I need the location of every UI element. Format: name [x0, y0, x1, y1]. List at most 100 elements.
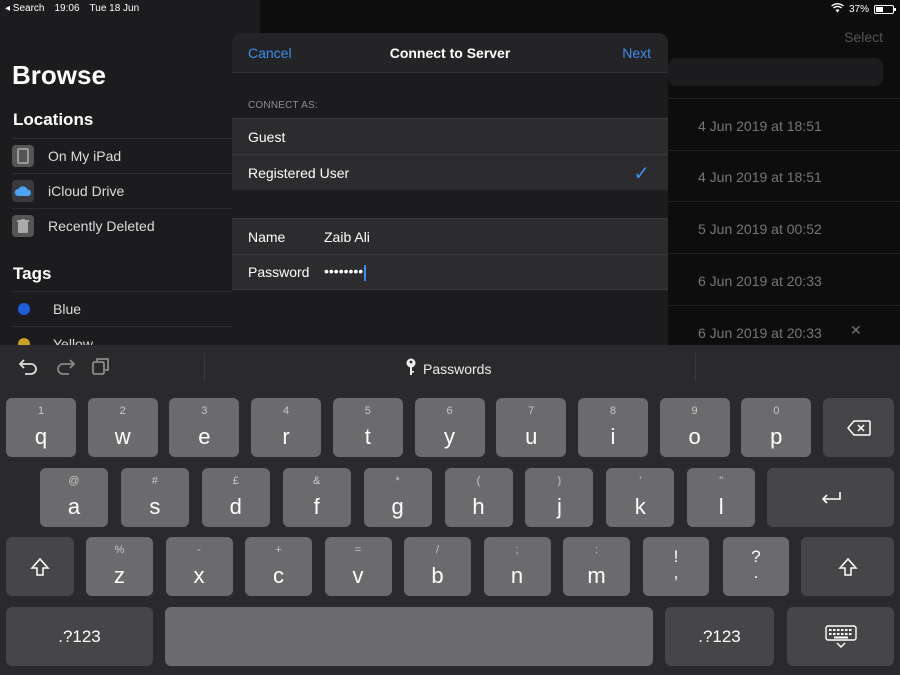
key-b[interactable]: / b	[404, 537, 471, 596]
sidebar-title: Browse	[12, 60, 106, 90]
battery-icon	[874, 5, 896, 14]
sidebar-item-label: Yellow	[53, 336, 93, 345]
key-secondary-label: 9	[691, 405, 698, 417]
status-date: Tue 18 Jun	[89, 3, 140, 14]
key-p[interactable]: 0p	[741, 398, 812, 457]
file-date[interactable]: 4 Jun 2019 at 18:51	[698, 169, 822, 185]
key-secondary-label: %	[114, 544, 125, 556]
select-button[interactable]: Select	[844, 29, 883, 45]
locations-header: Locations	[13, 110, 94, 129]
key-w[interactable]: 2w	[87, 398, 158, 457]
redo-icon[interactable]	[55, 357, 76, 380]
key-primary-label: h	[472, 494, 485, 519]
backspace-key[interactable]	[823, 398, 894, 457]
key-y[interactable]: 6y	[414, 398, 485, 457]
battery-percent: 37%	[848, 4, 869, 15]
trash-icon	[12, 215, 34, 237]
key-secondary-label: +	[275, 544, 282, 556]
passwords-label: Passwords	[423, 360, 492, 377]
key-question-period[interactable]: ?.	[723, 537, 789, 596]
key-v[interactable]: = v	[324, 537, 392, 596]
file-date[interactable]: 6 Jun 2019 at 20:33	[698, 325, 822, 341]
return-key[interactable]	[767, 468, 894, 527]
key-secondary-label: 8	[609, 405, 616, 417]
key-secondary-label: 5	[364, 405, 371, 417]
key-z[interactable]: % z	[86, 537, 153, 596]
key-m[interactable]: :m	[563, 537, 630, 596]
password-field-row[interactable]: Password ••••••••	[232, 254, 668, 290]
key-j[interactable]: ) j	[525, 468, 594, 527]
numbers-key-right[interactable]: .?123	[665, 607, 774, 666]
key-primary-label: v	[352, 563, 364, 588]
wifi-icon	[831, 3, 844, 16]
shift-left-key[interactable]	[6, 537, 74, 596]
sidebar: Browse Locations On My iPad iCloud Drive…	[0, 0, 260, 345]
undo-icon[interactable]	[18, 357, 39, 380]
key-u[interactable]: 7u	[496, 398, 567, 457]
key-c[interactable]: + c	[245, 537, 312, 596]
paste-icon[interactable]	[92, 357, 110, 380]
sidebar-tag-yellow[interactable]: Yellow	[12, 326, 232, 345]
back-to-app-link[interactable]: ◂ Search	[5, 3, 44, 14]
key-primary-label: j	[556, 494, 562, 519]
key-secondary-label: 2	[119, 405, 126, 417]
key-n[interactable]: ; n	[483, 537, 551, 596]
file-date[interactable]: 5 Jun 2019 at 00:52	[698, 221, 822, 237]
key-s[interactable]: # s	[120, 468, 189, 527]
dialog-title: Connect to Server	[389, 45, 511, 61]
file-date[interactable]: 6 Jun 2019 at 20:33	[698, 273, 822, 289]
next-button[interactable]: Next	[622, 45, 651, 61]
key-o[interactable]: 9o	[659, 398, 730, 457]
key-primary-label: w	[114, 424, 131, 449]
key-f[interactable]: & f	[282, 468, 351, 527]
space-key[interactable]	[165, 607, 653, 666]
name-input[interactable]: Zaib Ali	[324, 229, 370, 245]
sidebar-item-label: Blue	[53, 301, 82, 317]
key-d[interactable]: £ d	[201, 468, 270, 527]
key-primary-label: n	[510, 563, 524, 588]
key-secondary-label: £	[232, 475, 239, 487]
key-primary-label: e	[198, 424, 211, 449]
key-q[interactable]: 1q	[6, 398, 76, 457]
key-x[interactable]: -x	[165, 537, 233, 596]
key-a[interactable]: @ a	[40, 468, 108, 527]
sidebar-item-recently-deleted[interactable]: Recently Deleted	[12, 208, 232, 243]
file-date[interactable]: 4 Jun 2019 at 18:51	[698, 118, 822, 134]
key-r[interactable]: 4r	[251, 398, 322, 457]
sidebar-tag-blue[interactable]: Blue	[12, 291, 232, 326]
close-icon[interactable]: ✕	[850, 322, 862, 339]
text-caret	[364, 264, 367, 281]
key-primary-label: a	[67, 494, 81, 519]
guest-option[interactable]: Guest	[232, 118, 668, 154]
sidebar-item-icloud-drive[interactable]: iCloud Drive	[12, 173, 232, 208]
key-primary-label: u	[525, 424, 538, 449]
shift-right-key[interactable]	[801, 537, 894, 596]
numbers-key-left[interactable]: .?123	[6, 607, 153, 666]
key-h[interactable]: (h	[444, 468, 513, 527]
key-g[interactable]: * g	[363, 468, 432, 527]
key-icon	[405, 358, 417, 379]
key-primary-label: p	[770, 424, 783, 449]
keyboard-toolbar: Passwords	[0, 345, 900, 389]
name-field-row[interactable]: Name Zaib Ali	[232, 218, 668, 254]
key-secondary-label: 1	[37, 405, 45, 417]
key-secondary-label: '	[639, 475, 642, 487]
key-secondary-label: 7	[528, 405, 535, 417]
key-secondary-label: /	[435, 544, 440, 556]
guest-label: Guest	[248, 128, 286, 145]
registered-user-option[interactable]: Registered User ✓	[232, 154, 668, 190]
key-e[interactable]: 3e	[169, 398, 240, 457]
key-primary-label: y	[444, 424, 455, 449]
key-secondary-label: 4	[283, 405, 290, 417]
key-exclaim-comma[interactable]: !,	[643, 537, 709, 596]
hide-keyboard-key[interactable]	[787, 607, 894, 666]
password-input[interactable]: ••••••••	[324, 263, 367, 281]
search-input[interactable]	[668, 58, 883, 86]
status-time: 19:06	[54, 3, 80, 14]
sidebar-item-on-my-ipad[interactable]: On My iPad	[12, 138, 232, 173]
key-l[interactable]: " l	[687, 468, 756, 527]
passwords-button[interactable]: Passwords	[405, 358, 491, 379]
key-t[interactable]: 5t	[332, 398, 403, 457]
key-i[interactable]: 8i	[577, 398, 648, 457]
key-k[interactable]: ' k	[606, 468, 675, 527]
